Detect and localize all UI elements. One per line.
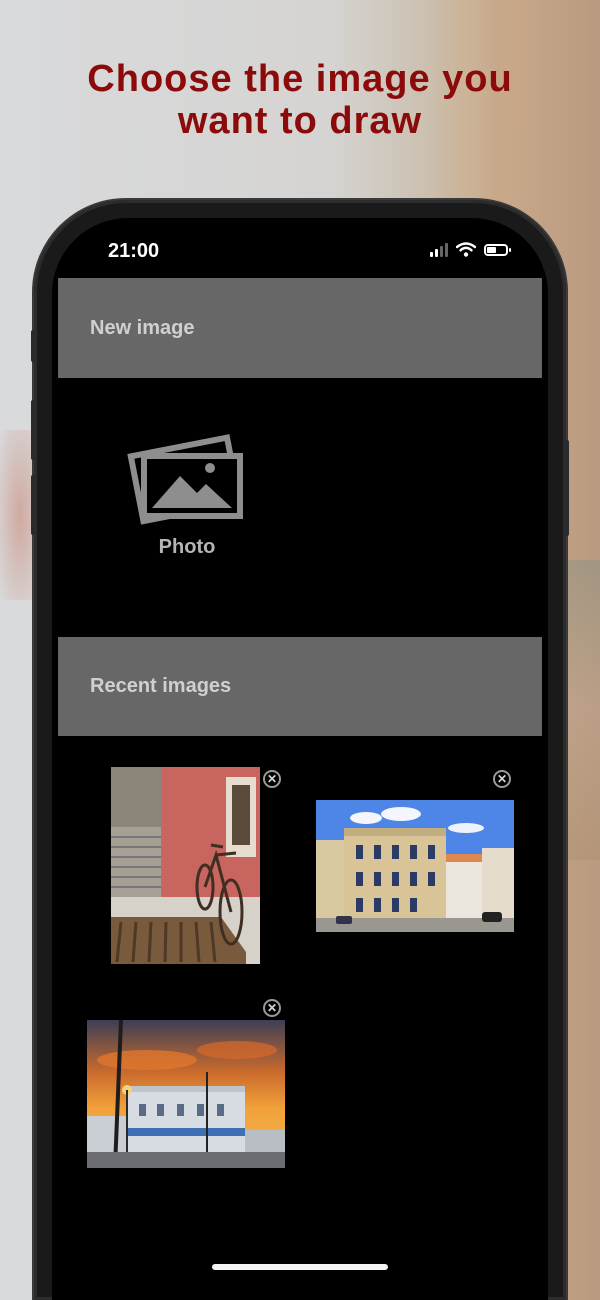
recent-image-3-photo bbox=[87, 1020, 285, 1168]
photo-gallery-icon bbox=[127, 434, 244, 525]
remove-recent-image-1-button[interactable]: ✕ bbox=[263, 770, 281, 788]
remove-recent-image-3-button[interactable]: ✕ bbox=[263, 999, 281, 1017]
headline-line-2: want to draw bbox=[177, 100, 423, 142]
recent-images-header-label: Recent images bbox=[90, 675, 232, 697]
status-time: 21:00 bbox=[108, 240, 160, 262]
photo-button[interactable]: Photo bbox=[122, 428, 252, 578]
recent-image-3[interactable] bbox=[87, 1020, 285, 1168]
headline-line-1: Choose the image you bbox=[87, 58, 513, 100]
recent-image-2-photo bbox=[316, 800, 514, 932]
recent-image-1[interactable] bbox=[111, 767, 260, 964]
recent-image-2[interactable] bbox=[316, 800, 514, 932]
recent-image-1-photo bbox=[111, 767, 260, 964]
new-image-header-label: New image bbox=[90, 316, 195, 339]
status-icons bbox=[430, 242, 511, 257]
battery-icon bbox=[484, 243, 511, 256]
phone-silent-switch bbox=[31, 330, 35, 362]
remove-recent-image-2-button[interactable]: ✕ bbox=[493, 770, 511, 788]
cellular-signal-icon bbox=[430, 242, 448, 257]
photo-button-label: Photo bbox=[158, 536, 216, 558]
new-image-header: New image bbox=[58, 278, 542, 378]
phone-volume-up bbox=[31, 400, 35, 460]
phone-power-button bbox=[565, 440, 569, 536]
phone-volume-down bbox=[31, 475, 35, 535]
wifi-icon bbox=[456, 242, 476, 257]
home-indicator[interactable] bbox=[212, 1264, 388, 1270]
recent-images-header: Recent images bbox=[58, 637, 542, 736]
promo-headline: Choose the image you want to draw bbox=[0, 58, 600, 142]
app-screen: 21:00 New image Photo Recent images ✕ ✕ … bbox=[52, 218, 548, 1300]
